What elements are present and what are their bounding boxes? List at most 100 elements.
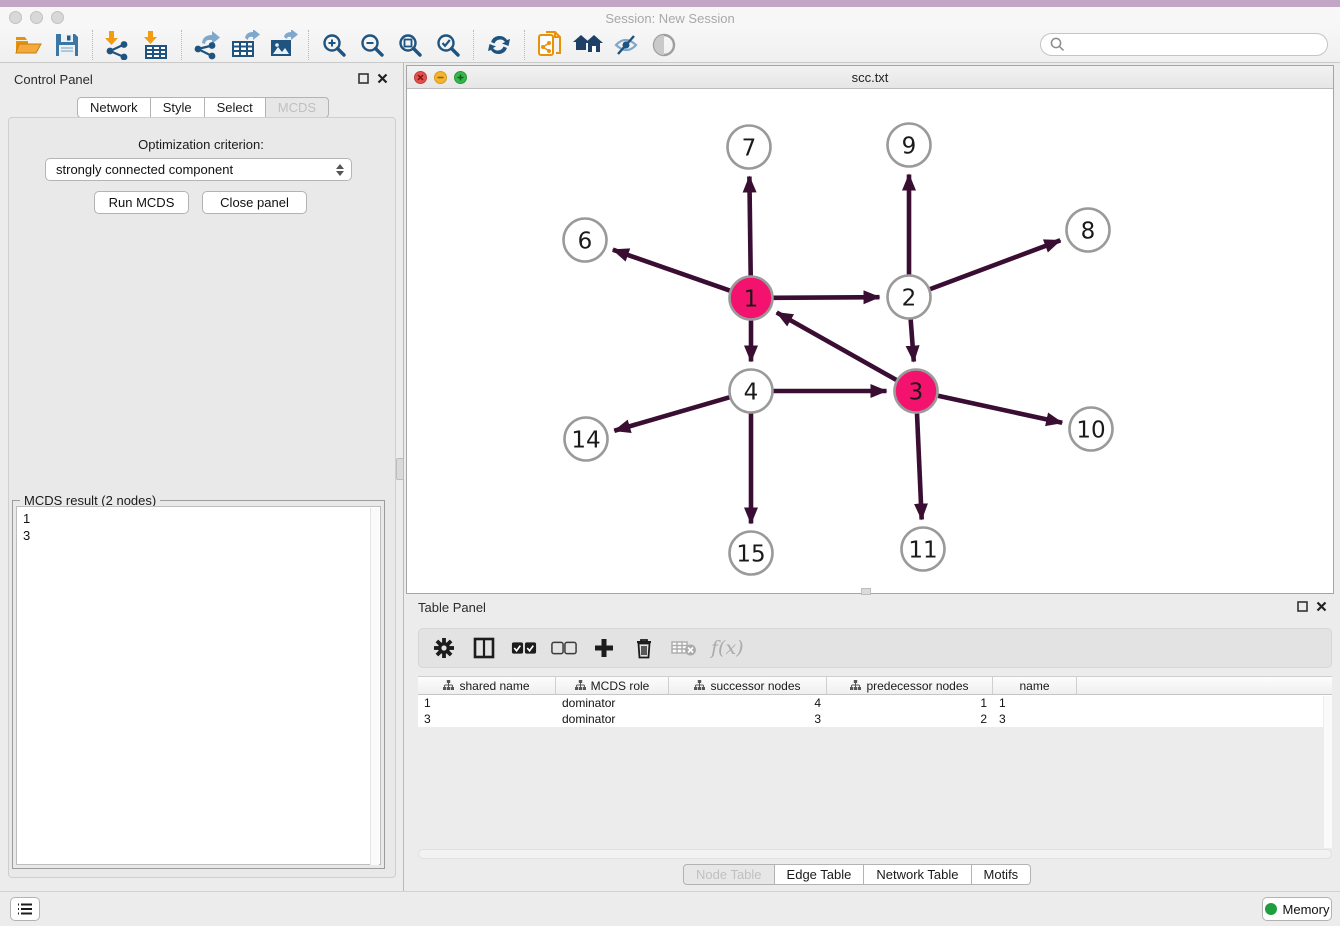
node-label: 8 [1081, 218, 1096, 244]
delete-table-icon[interactable] [671, 635, 697, 661]
node-label: 1 [744, 286, 759, 312]
task-history-button[interactable] [10, 897, 40, 921]
node-10[interactable]: 10 [1070, 408, 1113, 451]
table-row[interactable]: 1dominator411 [418, 695, 1332, 711]
clone-network-icon[interactable] [531, 29, 569, 61]
node-8[interactable]: 8 [1067, 209, 1110, 252]
zoom-selected-icon[interactable] [429, 29, 467, 61]
node-6[interactable]: 6 [564, 219, 607, 262]
tab-network[interactable]: Network [77, 97, 151, 118]
node-label: 10 [1076, 417, 1105, 443]
apply-layout-icon[interactable] [480, 29, 518, 61]
import-table-icon[interactable] [137, 29, 175, 61]
close-table-panel-icon[interactable] [1316, 601, 1327, 612]
control-panel-title: Control Panel [14, 72, 93, 87]
node-label: 14 [571, 427, 600, 453]
gear-icon[interactable] [431, 635, 457, 661]
mcds-result-line: 3 [23, 527, 380, 544]
control-panel-tabs: NetworkStyleSelectMCDS [77, 97, 329, 118]
search-input[interactable] [1066, 35, 1327, 54]
zoom-fit-icon[interactable] [391, 29, 429, 61]
home-icon[interactable] [569, 29, 607, 61]
memory-button[interactable]: Memory [1262, 897, 1332, 921]
edge-1-2[interactable] [773, 297, 879, 298]
memory-status-icon [1265, 903, 1277, 915]
search-box[interactable] [1040, 33, 1328, 56]
list-icon [17, 902, 33, 916]
column-label: shared name [459, 679, 529, 693]
table-cell: 3 [669, 711, 827, 727]
table-row[interactable]: 3dominator323 [418, 711, 1332, 727]
node-4[interactable]: 4 [730, 370, 773, 413]
tree-icon [694, 680, 705, 691]
node-label: 11 [908, 537, 937, 563]
hide-details-icon[interactable] [607, 29, 645, 61]
export-image-icon[interactable] [264, 29, 302, 61]
node-14[interactable]: 14 [565, 418, 608, 461]
add-column-icon[interactable] [591, 635, 617, 661]
network-graph[interactable]: 7 9 6 8 1 2 4 3 14 10 15 11 [407, 89, 1333, 593]
column-header-name[interactable]: name [993, 677, 1077, 694]
columns-icon[interactable] [471, 635, 497, 661]
tab-select[interactable]: Select [205, 97, 266, 118]
node-3[interactable]: 3 [895, 370, 938, 413]
table-tab-network-table[interactable]: Network Table [864, 864, 971, 885]
zoom-out-icon[interactable] [353, 29, 391, 61]
edge-3-1[interactable] [777, 312, 897, 379]
export-table-icon[interactable] [226, 29, 264, 61]
node-2[interactable]: 2 [888, 276, 931, 319]
table-divider-grip[interactable] [861, 588, 871, 595]
node-9[interactable]: 9 [888, 124, 931, 167]
edge-3-10[interactable] [938, 396, 1062, 423]
table-tab-node-table[interactable]: Node Table [683, 864, 775, 885]
table-cell: 4 [669, 695, 827, 711]
edge-1-7[interactable] [749, 176, 750, 275]
edge-2-8[interactable] [930, 240, 1060, 289]
run-mcds-button[interactable]: Run MCDS [94, 191, 189, 214]
network-window-titlebar[interactable]: scc.txt [407, 66, 1333, 89]
zoom-in-icon[interactable] [315, 29, 353, 61]
float-panel-icon[interactable] [358, 73, 369, 84]
close-panel-icon[interactable] [377, 73, 388, 84]
mcds-result-list[interactable]: 13 [16, 506, 381, 865]
table-tab-edge-table[interactable]: Edge Table [775, 864, 865, 885]
function-builder-icon[interactable]: f(x) [711, 637, 744, 659]
table-tab-motifs[interactable]: Motifs [972, 864, 1032, 885]
table-tabs: Node TableEdge TableNetwork TableMotifs [683, 864, 1031, 885]
column-header-predecessor-nodes[interactable]: predecessor nodes [827, 677, 993, 694]
deselect-all-icon[interactable] [551, 635, 577, 661]
edge-1-6[interactable] [613, 250, 730, 291]
edge-2-3[interactable] [911, 319, 914, 361]
main-toolbar [0, 27, 1340, 63]
tab-style[interactable]: Style [151, 97, 205, 118]
result-scrollbar[interactable] [370, 508, 379, 865]
node-label: 15 [736, 541, 765, 567]
close-panel-button[interactable]: Close panel [202, 191, 307, 214]
table-vertical-scrollbar[interactable] [1323, 696, 1332, 848]
tab-mcds[interactable]: MCDS [266, 97, 329, 118]
float-table-panel-icon[interactable] [1297, 601, 1308, 612]
node-7[interactable]: 7 [728, 126, 771, 169]
column-header-MCDS-role[interactable]: MCDS role [556, 677, 669, 694]
node-label: 4 [744, 379, 759, 405]
node-11[interactable]: 11 [902, 528, 945, 571]
export-network-icon[interactable] [188, 29, 226, 61]
network-canvas[interactable]: 7 9 6 8 1 2 4 3 14 10 15 11 [407, 89, 1333, 593]
node-1[interactable]: 1 [730, 277, 773, 320]
edge-4-14[interactable] [614, 397, 729, 430]
save-session-icon[interactable] [48, 29, 86, 61]
column-header-successor-nodes[interactable]: successor nodes [669, 677, 827, 694]
edge-3-11[interactable] [917, 413, 922, 519]
show-details-icon[interactable] [645, 29, 683, 61]
open-session-icon[interactable] [10, 29, 48, 61]
table-cell: 3 [993, 711, 1077, 727]
import-network-icon[interactable] [99, 29, 137, 61]
delete-icon[interactable] [631, 635, 657, 661]
table-horizontal-scrollbar[interactable] [418, 849, 1332, 859]
node-15[interactable]: 15 [730, 532, 773, 575]
criterion-select[interactable]: strongly connected component [45, 158, 352, 181]
select-all-icon[interactable] [511, 635, 537, 661]
panel-divider-grip[interactable] [396, 458, 404, 480]
titlebar: Session: New Session [0, 7, 1340, 27]
column-header-shared-name[interactable]: shared name [418, 677, 556, 694]
